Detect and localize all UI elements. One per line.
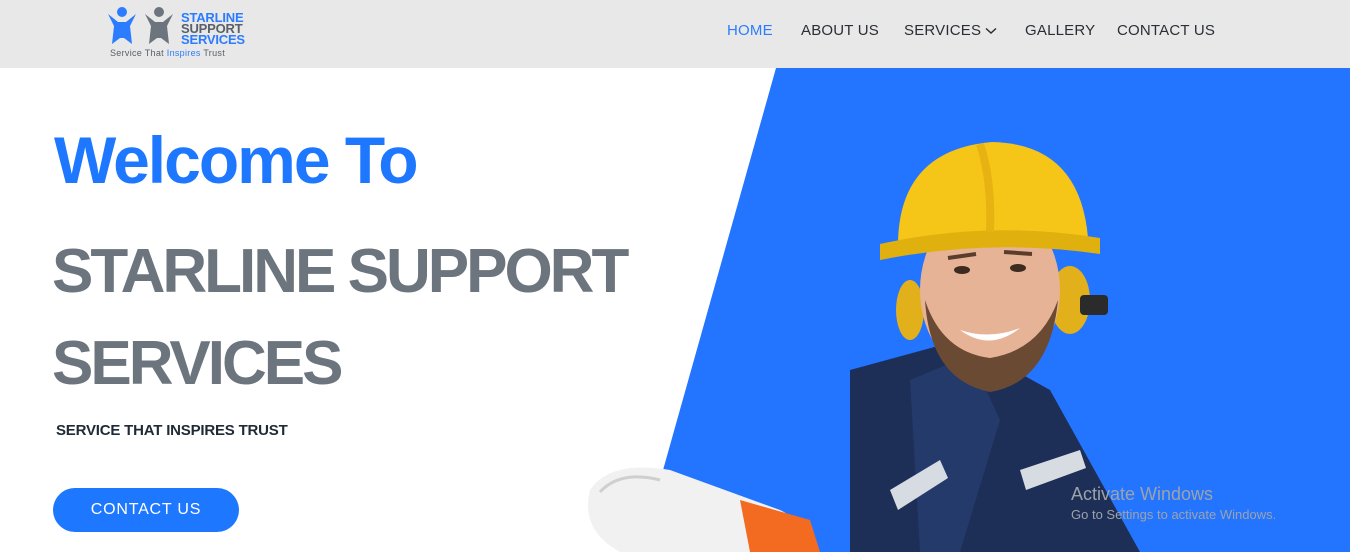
hero-brand-heading: STARLINE SUPPORT SERVICES [52,226,629,410]
logo-line-3: SERVICES [181,32,245,47]
hero-tagline: SERVICE THAT INSPIRES TRUST [56,422,288,439]
watermark-title: Activate Windows [1071,484,1214,504]
logo-tagline-highlight: Inspires [166,48,201,58]
nav-gallery[interactable]: GALLERY [1025,22,1095,39]
logo[interactable]: STARLINE SUPPORT SERVICES Service That I… [104,4,264,62]
hero-welcome-heading: Welcome To [54,123,419,197]
two-people-figures-icon [108,7,173,44]
contact-us-button[interactable]: CONTACT US [53,488,239,532]
nav-home[interactable]: HOME [727,22,773,39]
nav-services-label: SERVICES [904,22,982,39]
chevron-down-icon [985,27,997,35]
hero-brand-line-1: STARLINE SUPPORT [52,237,629,306]
site-header: STARLINE SUPPORT SERVICES Service That I… [0,0,1350,68]
hero-brand-line-2: SERVICES [52,329,343,398]
logo-tagline: Service That Inspires Trust [110,48,225,58]
nav-about-us[interactable]: ABOUT US [801,22,879,39]
logo-tagline-start: Service That [110,48,167,58]
logo-wordmark: STARLINE SUPPORT SERVICES [181,11,245,47]
logo-tagline-end: Trust [200,48,225,58]
nav-services[interactable]: SERVICES [904,22,997,39]
watermark-subtitle: Go to Settings to activate Windows. [1071,507,1277,522]
nav-contact-us[interactable]: CONTACT US [1117,22,1215,39]
windows-activation-watermark: Activate Windows Go to Settings to activ… [1071,484,1276,522]
